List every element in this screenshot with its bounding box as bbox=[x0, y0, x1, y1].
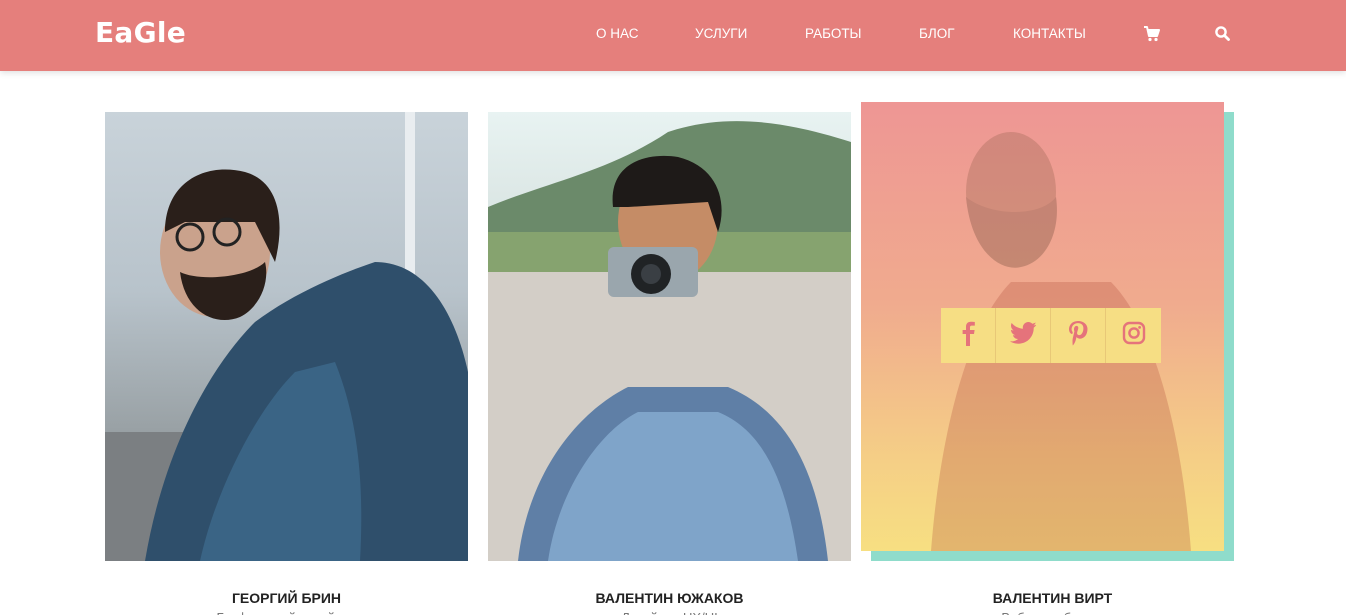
team-member-role: Дизайнер UX/UI bbox=[488, 610, 851, 615]
instagram-icon bbox=[1122, 321, 1146, 350]
nav-item-contacts[interactable]: КОНТАКТЫ bbox=[1013, 26, 1086, 41]
instagram-button[interactable] bbox=[1106, 308, 1161, 363]
nav-item-works[interactable]: РАБОТЫ bbox=[805, 26, 862, 41]
nav-item-services[interactable]: УСЛУГИ bbox=[695, 26, 747, 41]
team-photo-1[interactable] bbox=[105, 112, 468, 561]
twitter-icon bbox=[1009, 322, 1037, 349]
search-icon[interactable] bbox=[1214, 25, 1232, 43]
pinterest-icon bbox=[1067, 320, 1089, 351]
logo[interactable]: EaGle bbox=[95, 16, 186, 49]
facebook-button[interactable] bbox=[941, 308, 996, 363]
twitter-button[interactable] bbox=[996, 308, 1051, 363]
team-photo-2[interactable] bbox=[488, 112, 851, 561]
team-member-role: Графический дизайнер bbox=[105, 610, 468, 615]
facebook-icon bbox=[956, 320, 980, 351]
nav-item-about[interactable]: О НАС bbox=[596, 26, 638, 41]
site-header: EaGle О НАС УСЛУГИ РАБОТЫ БЛОГ КОНТАКТЫ bbox=[0, 0, 1346, 71]
social-links bbox=[941, 308, 1161, 363]
team-member-role: Веб-разработчик bbox=[871, 610, 1234, 615]
team-photo-2-image bbox=[488, 121, 851, 561]
pinterest-button[interactable] bbox=[1051, 308, 1106, 363]
team-member-name: ВАЛЕНТИН ЮЖАКОВ bbox=[595, 590, 744, 606]
team-member-name: ВАЛЕНТИН ВИРТ bbox=[992, 590, 1113, 606]
team-member-name: ГЕОРГИЙ БРИН bbox=[231, 590, 342, 606]
team-photo-1-image bbox=[105, 112, 468, 561]
nav-item-blog[interactable]: БЛОГ bbox=[919, 26, 955, 41]
cart-icon[interactable] bbox=[1143, 25, 1161, 43]
